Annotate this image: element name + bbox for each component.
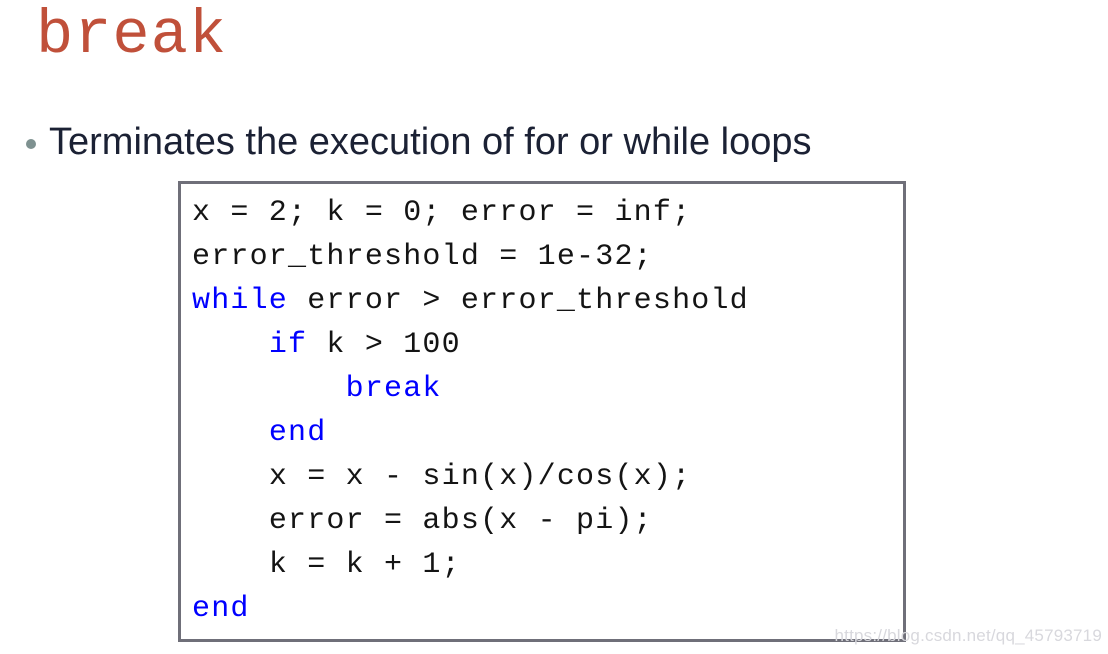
code-line: x = x - sin(x)/cos(x); — [192, 455, 903, 499]
code-keyword: while — [192, 284, 289, 318]
code-text: error = abs(x - pi); — [268, 504, 653, 538]
code-line: end — [192, 587, 903, 631]
code-line: break — [192, 367, 903, 411]
code-text: error_threshold = 1e-32; — [192, 240, 653, 274]
code-text: k = k + 1; — [268, 548, 461, 582]
code-line: error = abs(x - pi); — [192, 499, 903, 543]
bullet-item: Terminates the execution of for or while… — [26, 117, 812, 167]
code-text: x = 2; k = 0; error = inf; — [192, 196, 692, 230]
page-title: break — [36, 0, 228, 71]
code-block-lines: x = 2; k = 0; error = inf; error_threshol… — [192, 191, 903, 631]
code-keyword: break — [345, 372, 442, 406]
code-block: x = 2; k = 0; error = inf; error_threshol… — [178, 181, 906, 642]
code-line: error_threshold = 1e-32; — [192, 235, 903, 279]
code-keyword: end — [192, 592, 250, 626]
code-text: x = x - sin(x)/cos(x); — [268, 460, 692, 494]
code-keyword: end — [268, 416, 327, 450]
code-line: x = 2; k = 0; error = inf; — [192, 191, 903, 235]
code-line: k = k + 1; — [192, 543, 903, 587]
slide-canvas: break Terminates the execution of for or… — [0, 0, 1108, 654]
code-text: error > error_threshold — [288, 284, 749, 318]
code-line: end — [192, 411, 903, 455]
bullet-item-label: Terminates the execution of for or while… — [49, 121, 812, 163]
bullet-dot-icon — [26, 139, 36, 149]
code-text: k > 100 — [307, 328, 461, 362]
code-keyword: if — [268, 328, 308, 362]
code-line: while error > error_threshold — [192, 279, 903, 323]
code-line: if k > 100 — [192, 323, 903, 367]
